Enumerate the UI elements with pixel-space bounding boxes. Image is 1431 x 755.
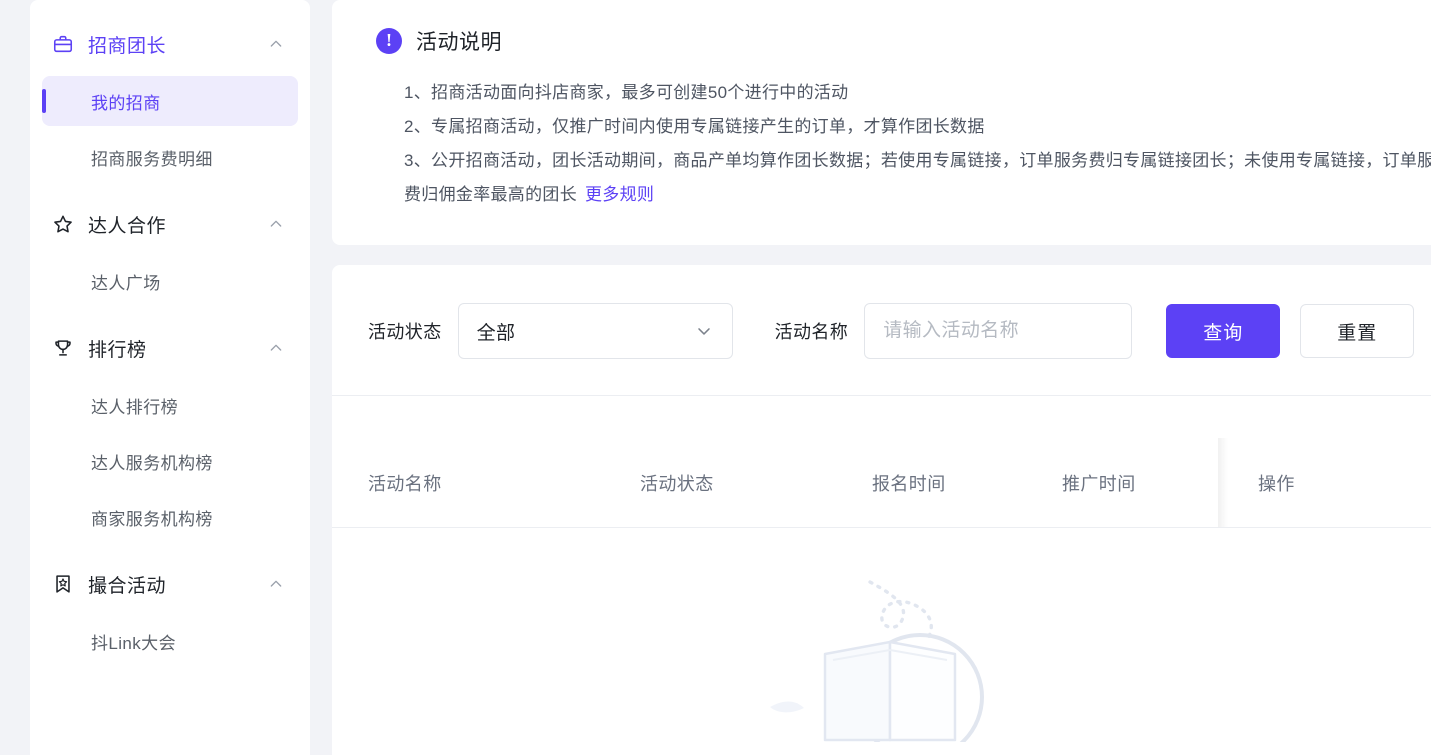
sidebar-group-header-zhaoshang[interactable]: 招商团长 [30, 18, 310, 70]
sidebar-item-daren-ranking[interactable]: 达人排行榜 [42, 380, 298, 430]
sidebar-group-header-leaderboard[interactable]: 排行榜 [30, 322, 310, 374]
trophy-icon [52, 337, 74, 359]
chevron-up-icon[interactable] [268, 216, 284, 232]
chevron-down-icon [694, 321, 714, 341]
filter-bar: 活动状态 全部 活动名称 查询 重置 [332, 265, 1431, 396]
column-header-operation: 操作 [1258, 473, 1295, 494]
exclamation-icon: ! [376, 28, 402, 54]
sidebar: 招商团长 我的招商 招商服务费明细 达人合作 达人广场 排行榜 达人排行榜 达人… [30, 0, 310, 755]
activity-notice-card: ! 活动说明 1、招商活动面向抖店商家，最多可创建50个进行中的活动 2、专属招… [332, 0, 1431, 245]
table-header-row: 活动名称 活动状态 报名时间 推广时间 操作 [332, 438, 1431, 528]
table-empty-state [332, 528, 1431, 742]
star-icon [52, 213, 74, 235]
notice-line-2: 2、专属招商活动，仅推广时间内使用专属链接产生的订单，才算作团长数据 [404, 117, 985, 136]
sidebar-item-label: 我的招商 [91, 93, 161, 113]
notice-line-1: 1、招商活动面向抖店商家，最多可创建50个进行中的活动 [404, 83, 849, 102]
sidebar-group-title: 排行榜 [88, 339, 147, 361]
sidebar-item-daren-plaza[interactable]: 达人广场 [42, 256, 298, 306]
sidebar-item-label: 招商服务费明细 [91, 149, 213, 169]
notice-line-3-text: 3、公开招商活动，团长活动期间，商品产单均算作团长数据；若使用专属链接，订单服务… [404, 151, 1431, 204]
empty-box-illustration [769, 580, 984, 742]
column-header-promotion-time: 推广时间 [1062, 473, 1136, 494]
main-content: ! 活动说明 1、招商活动面向抖店商家，最多可创建50个进行中的活动 2、专属招… [310, 0, 1431, 755]
status-filter-label: 活动状态 [368, 322, 442, 342]
name-filter-label: 活动名称 [774, 322, 849, 342]
reset-button[interactable]: 重置 [1300, 304, 1415, 358]
sidebar-group-title: 招商团长 [88, 35, 167, 57]
status-select[interactable]: 全部 [457, 303, 733, 359]
sidebar-item-service-fee-detail[interactable]: 招商服务费明细 [42, 132, 298, 182]
status-select-value: 全部 [476, 322, 516, 344]
activity-table-card: 活动状态 全部 活动名称 查询 重置 活动名称 活动状态 报名时间 推广时间 [332, 265, 1431, 755]
sidebar-item-my-zhaoshang[interactable]: 我的招商 [42, 76, 298, 126]
more-rules-link[interactable]: 更多规则 [585, 185, 654, 204]
sidebar-item-label: 达人广场 [91, 273, 161, 293]
chevron-up-icon[interactable] [268, 36, 284, 52]
sidebar-item-label: 抖Link大会 [91, 633, 176, 653]
chevron-up-icon[interactable] [268, 576, 284, 592]
sidebar-items-matchmaking: 抖Link大会 [30, 616, 310, 678]
sidebar-group-zhaoshang: 招商团长 我的招商 招商服务费明细 [30, 18, 310, 194]
sidebar-item-daren-agency-ranking[interactable]: 达人服务机构榜 [42, 436, 298, 486]
sidebar-item-merchant-agency-ranking[interactable]: 商家服务机构榜 [42, 492, 298, 542]
sidebar-item-label: 商家服务机构榜 [91, 509, 213, 529]
column-header-activity-name: 活动名称 [368, 473, 442, 494]
bookmark-star-icon [52, 573, 74, 595]
notice-line-3: 3、公开招商活动，团长活动期间，商品产单均算作团长数据；若使用专属链接，订单服务… [404, 144, 1431, 212]
sidebar-group-daren-cooperation: 达人合作 达人广场 [30, 198, 310, 318]
activity-table: 活动名称 活动状态 报名时间 推广时间 操作 [332, 438, 1431, 742]
sidebar-item-label: 达人服务机构榜 [91, 453, 213, 473]
sidebar-item-douyin-link-conference[interactable]: 抖Link大会 [42, 616, 298, 666]
notice-body: 1、招商活动面向抖店商家，最多可创建50个进行中的活动 2、专属招商活动，仅推广… [376, 76, 1431, 212]
app-root: 招商团长 我的招商 招商服务费明细 达人合作 达人广场 排行榜 达人排行榜 达人… [0, 0, 1431, 755]
notice-header: ! 活动说明 [376, 26, 1431, 56]
activity-name-input[interactable] [864, 303, 1133, 359]
chevron-up-icon[interactable] [268, 340, 284, 356]
sidebar-group-header-matchmaking[interactable]: 撮合活动 [30, 558, 310, 610]
sidebar-group-matchmaking: 撮合活动 抖Link大会 [30, 558, 310, 678]
notice-title: 活动说明 [416, 31, 502, 54]
sidebar-items-daren-cooperation: 达人广场 [30, 256, 310, 318]
briefcase-icon [52, 33, 74, 55]
sidebar-items-leaderboard: 达人排行榜 达人服务机构榜 商家服务机构榜 [30, 380, 310, 554]
sidebar-item-label: 达人排行榜 [91, 397, 178, 417]
sidebar-group-header-daren-cooperation[interactable]: 达人合作 [30, 198, 310, 250]
search-button[interactable]: 查询 [1166, 304, 1281, 358]
sidebar-group-leaderboard: 排行榜 达人排行榜 达人服务机构榜 商家服务机构榜 [30, 322, 310, 554]
sidebar-group-title: 撮合活动 [88, 575, 167, 597]
column-header-activity-status: 活动状态 [640, 473, 714, 494]
sidebar-group-title: 达人合作 [88, 215, 167, 237]
sidebar-items-zhaoshang: 我的招商 招商服务费明细 [30, 76, 310, 194]
column-header-signup-time: 报名时间 [872, 473, 946, 494]
